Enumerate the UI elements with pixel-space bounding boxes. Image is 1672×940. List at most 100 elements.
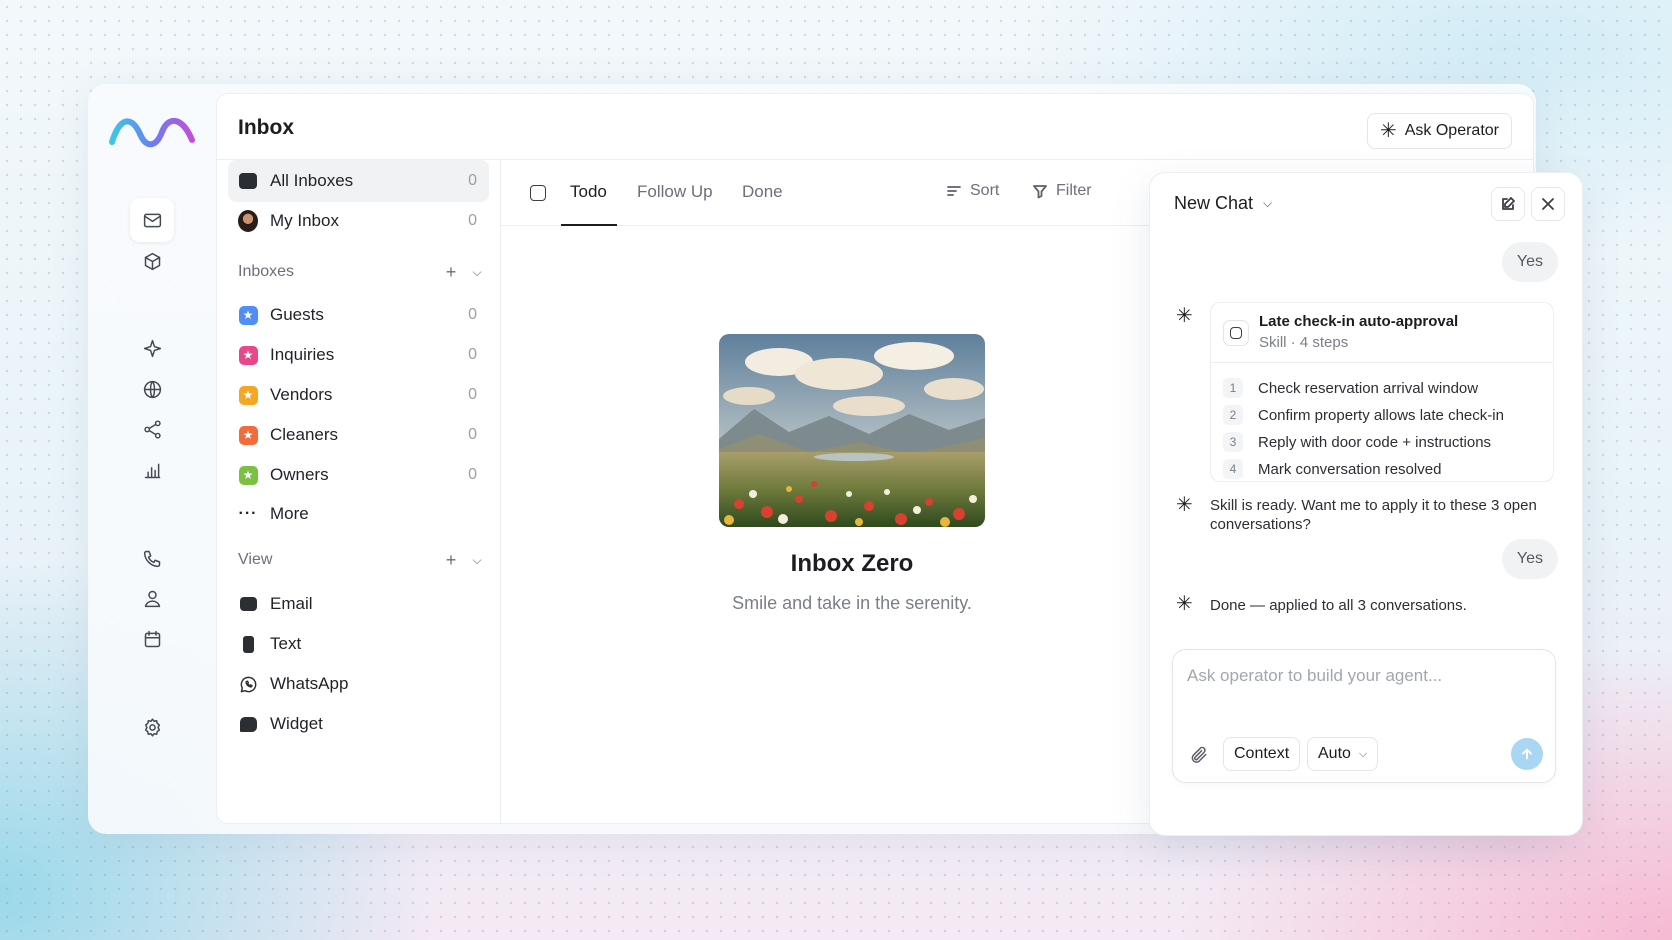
nav-rail xyxy=(88,84,216,834)
step-text: Mark conversation resolved xyxy=(1258,460,1442,478)
star-badge-icon: ★ xyxy=(238,305,258,325)
nav-inbox-button[interactable] xyxy=(130,198,174,242)
sidebar-item-label: Cleaners xyxy=(270,425,339,444)
nav-calendar-button[interactable] xyxy=(130,617,174,661)
nav-settings-button[interactable] xyxy=(130,705,174,749)
sidebar-item-inquiries[interactable]: ★ Inquiries 0 xyxy=(228,334,489,376)
chat-composer: Context Auto ⌵ xyxy=(1172,649,1556,783)
skill-step: 3 Reply with door code + instructions xyxy=(1223,431,1491,453)
sidebar-item-count: 0 xyxy=(468,426,477,443)
view-item-widget[interactable]: Widget xyxy=(228,703,489,745)
send-button[interactable] xyxy=(1511,738,1543,770)
select-all-checkbox[interactable] xyxy=(530,185,546,201)
chevron-down-icon: ⌵ xyxy=(1263,196,1273,210)
nav-cube-button[interactable] xyxy=(130,239,174,283)
step-text: Reply with door code + instructions xyxy=(1258,433,1492,451)
my-inbox-item[interactable]: My Inbox 0 xyxy=(228,200,489,242)
sidebar-item-more[interactable]: ··· More xyxy=(228,493,489,535)
inbox-sidebar: All Inboxes 0 My Inbox 0 Inboxes + ⌵ ★ G… xyxy=(217,160,501,823)
skill-card[interactable]: Late check-in auto-approval Skill · 4 st… xyxy=(1210,302,1554,482)
step-number: 1 xyxy=(1223,378,1243,398)
cube-icon xyxy=(144,252,160,270)
user-message-bubble: Yes xyxy=(1501,539,1558,579)
asterisk-icon: ✳ xyxy=(1379,120,1397,142)
view-item-email[interactable]: Email xyxy=(228,583,489,625)
tab-follow-up[interactable]: Follow Up xyxy=(637,182,713,202)
nav-sparkle-button[interactable] xyxy=(130,326,174,370)
widget-icon xyxy=(238,714,258,734)
add-view-icon[interactable]: + xyxy=(445,550,457,571)
operator-asterisk-icon: ✳ xyxy=(1176,305,1193,327)
brand-logo xyxy=(109,118,195,148)
view-item-text[interactable]: Text xyxy=(228,623,489,665)
nav-contacts-button[interactable] xyxy=(130,576,174,620)
mode-select[interactable]: Auto ⌵ xyxy=(1307,737,1379,771)
step-number: 4 xyxy=(1223,459,1243,479)
sort-button[interactable]: Sort xyxy=(946,182,999,200)
page-header: Inbox ✳ Ask Operator xyxy=(217,94,1533,160)
view-item-label: Email xyxy=(270,594,313,613)
new-chat-button[interactable] xyxy=(1491,187,1525,221)
context-button[interactable]: Context xyxy=(1223,737,1301,771)
more-dots-icon: ··· xyxy=(238,505,258,522)
view-item-whatsapp[interactable]: WhatsApp xyxy=(228,663,489,705)
empty-state-title: Inbox Zero xyxy=(790,550,914,577)
sidebar-item-guests[interactable]: ★ Guests 0 xyxy=(228,294,489,336)
tab-todo[interactable]: Todo xyxy=(570,182,607,202)
nav-phone-button[interactable] xyxy=(130,536,174,580)
attach-button[interactable] xyxy=(1189,745,1209,765)
phone-text-icon xyxy=(238,634,258,654)
nav-globe-button[interactable] xyxy=(130,367,174,411)
ask-operator-button[interactable]: ✳ Ask Operator xyxy=(1366,113,1512,149)
mail-icon xyxy=(238,594,258,614)
skill-meta: Skill · 4 steps xyxy=(1259,334,1349,351)
star-badge-icon: ★ xyxy=(238,425,258,445)
all-inboxes-count: 0 xyxy=(468,172,477,189)
chat-title-dropdown[interactable]: New Chat ⌵ xyxy=(1174,193,1272,214)
chat-title: New Chat xyxy=(1174,193,1254,213)
nav-share-button[interactable] xyxy=(130,407,174,451)
nav-analytics-button[interactable] xyxy=(130,448,174,492)
my-inbox-label: My Inbox xyxy=(270,211,339,230)
operator-message: Skill is ready. Want me to apply it to t… xyxy=(1210,497,1537,533)
landscape-illustration xyxy=(719,334,985,527)
sort-icon xyxy=(947,186,961,196)
operator-asterisk-icon: ✳ xyxy=(1176,494,1193,516)
filter-button[interactable]: Filter xyxy=(1032,182,1092,200)
gear-icon xyxy=(144,717,160,737)
skill-step: 2 Confirm property allows late check-in xyxy=(1223,404,1504,426)
collapse-inboxes-icon[interactable]: ⌵ xyxy=(471,265,483,280)
sidebar-item-label: Inquiries xyxy=(270,345,335,364)
operator-message: Done — applied to all 3 conversations. xyxy=(1210,597,1467,614)
ask-operator-label: Ask Operator xyxy=(1404,122,1499,139)
sidebar-item-count: 0 xyxy=(468,466,477,483)
edit-icon xyxy=(1502,197,1515,210)
sidebar-item-label: Vendors xyxy=(270,385,333,404)
tab-done[interactable]: Done xyxy=(742,182,783,202)
sidebar-item-label: More xyxy=(270,504,309,523)
context-label: Context xyxy=(1234,745,1290,762)
empty-state-subtitle: Smile and take in the serenity. xyxy=(732,593,972,613)
collapse-view-icon[interactable]: ⌵ xyxy=(471,553,483,568)
skill-step: 4 Mark conversation resolved xyxy=(1223,458,1441,480)
all-inboxes-item[interactable]: All Inboxes 0 xyxy=(228,160,489,202)
close-chat-button[interactable] xyxy=(1531,187,1565,221)
view-section-header: View + ⌵ xyxy=(238,545,483,575)
sidebar-item-vendors[interactable]: ★ Vendors 0 xyxy=(228,374,489,416)
user-icon xyxy=(144,590,160,607)
close-icon xyxy=(1542,198,1554,210)
sidebar-item-owners[interactable]: ★ Owners 0 xyxy=(228,454,489,496)
chat-input[interactable] xyxy=(1187,666,1537,686)
sort-label: Sort xyxy=(970,182,1000,199)
sidebar-item-cleaners[interactable]: ★ Cleaners 0 xyxy=(228,414,489,456)
inboxes-heading: Inboxes xyxy=(238,263,295,280)
active-tab-indicator xyxy=(561,224,617,226)
add-inbox-icon[interactable]: + xyxy=(445,262,457,283)
skill-name: Late check-in auto-approval xyxy=(1259,313,1459,330)
star-badge-icon: ★ xyxy=(238,465,258,485)
view-item-label: Widget xyxy=(270,714,323,733)
step-text: Check reservation arrival window xyxy=(1258,379,1479,397)
arrow-up-icon xyxy=(1522,748,1532,760)
mail-icon xyxy=(238,171,258,191)
user-message-bubble: Yes xyxy=(1501,242,1558,282)
